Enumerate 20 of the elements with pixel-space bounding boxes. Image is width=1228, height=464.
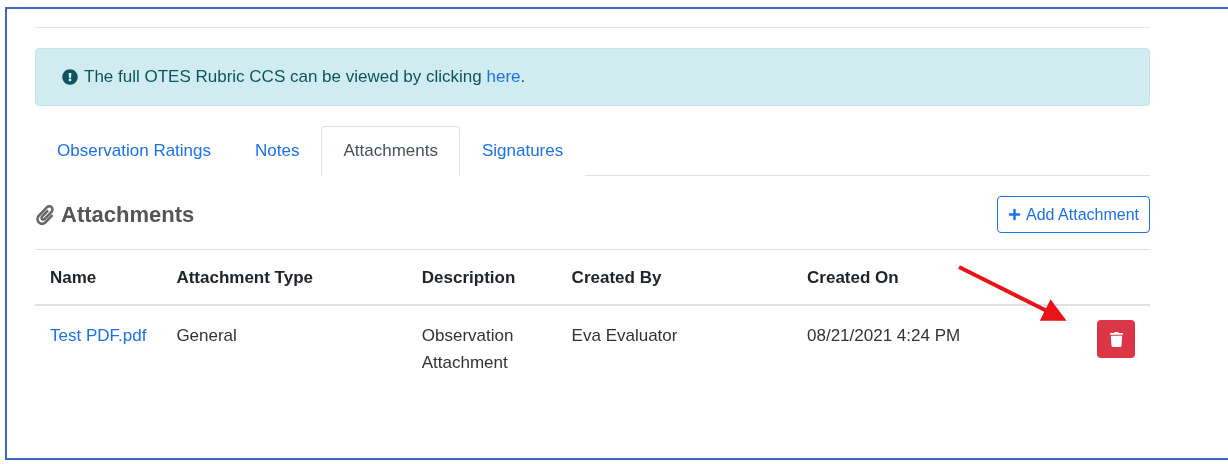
add-attachment-button[interactable]: Add Attachment: [997, 196, 1150, 233]
tab[interactable]: Attachments: [321, 126, 460, 176]
paperclip-icon: [35, 204, 55, 225]
trash-icon: [1108, 331, 1124, 347]
delete-button[interactable]: [1097, 320, 1135, 358]
table-cell: 08/21/2021 4:24 PM: [792, 305, 1042, 392]
column-header: Created By: [556, 249, 793, 305]
column-header: Name: [35, 249, 162, 305]
column-header: Attachment Type: [161, 249, 407, 305]
table-cell: Eva Evaluator: [556, 305, 793, 392]
alert-message: The full OTES Rubric CCS can be viewed by clicking here.: [84, 67, 526, 87]
table-cell: Observation Attachment: [406, 305, 557, 392]
info-icon: [62, 69, 78, 85]
column-header: Created On: [792, 249, 1042, 305]
plus-icon: [1008, 208, 1022, 221]
section-title: Attachments: [61, 201, 195, 228]
column-header: Description: [406, 249, 557, 305]
table-cell: General: [161, 305, 407, 392]
file-link[interactable]: Test PDF.pdf: [50, 326, 147, 345]
rubric-link[interactable]: here: [486, 67, 521, 86]
